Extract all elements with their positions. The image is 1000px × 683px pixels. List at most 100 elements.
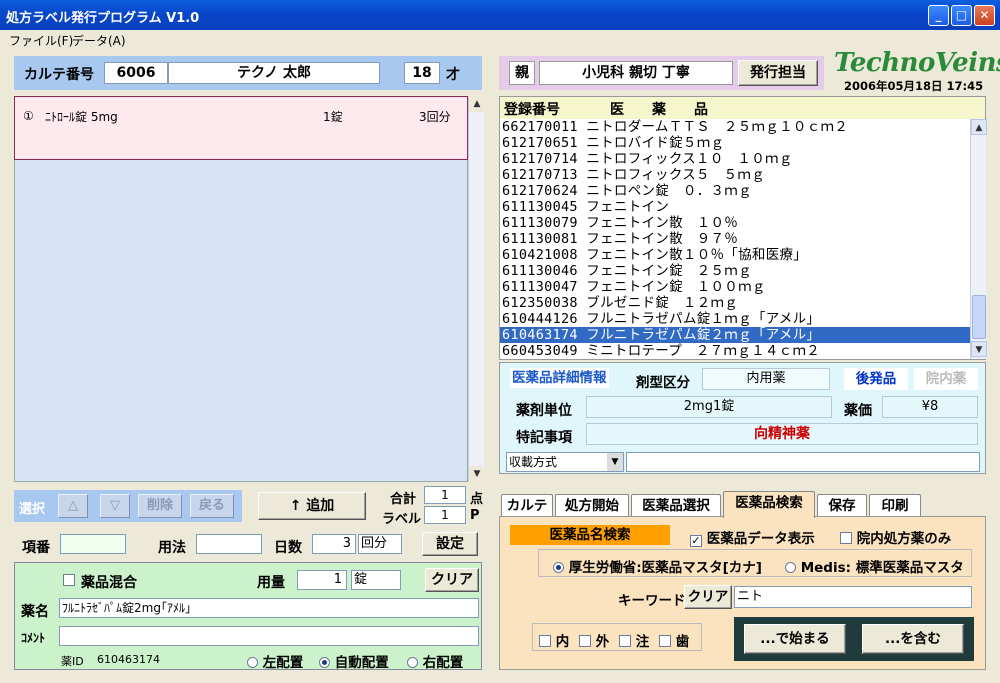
starts-with-button[interactable]: ...で始まる — [744, 624, 846, 654]
drug-name: フェニトイン錠 ２５ｍｇ — [586, 263, 752, 279]
drug-code: 612170624 — [502, 183, 578, 199]
menu-file[interactable]: ファイル(F) — [9, 32, 73, 49]
prescription-row[interactable]: ① ﾆﾄﾛｰﾙ錠 5mg 1錠 3回分 — [14, 96, 468, 160]
days-field[interactable]: 3 — [312, 534, 356, 554]
unit-field[interactable]: 錠 — [351, 570, 401, 590]
drug-code: 612170651 — [502, 135, 578, 151]
filter-injection-checkbox[interactable]: 注 — [619, 630, 649, 650]
drug-name-field[interactable]: ﾌﾙﾆﾄﾗｾﾞﾊﾟﾑ錠2mg｢ｱﾒﾙ｣ — [59, 598, 479, 618]
drug-row[interactable]: 611130046 フェニトイン錠 ２５ｍｇ — [500, 263, 970, 279]
drug-row[interactable]: 612170714 ニトロフィックス１０ １０ｍｇ — [500, 151, 970, 167]
drug-row[interactable]: 610421008 フェニトイン散１０％「協和医療」 — [500, 247, 970, 263]
label-count-unit: P — [470, 508, 480, 523]
back-button[interactable]: 戻る — [190, 494, 234, 518]
price-label: 薬価 — [844, 403, 872, 419]
header-drug-name: 医 薬 品 — [610, 102, 708, 118]
drug-row[interactable]: 660453049 ミニトロテープ ２７ｍｇ１４ｃｍ２ — [500, 343, 970, 359]
drug-name: フェニトイン散１０％「協和医療」 — [586, 247, 808, 263]
place-auto-radio[interactable]: 自動配置 — [319, 651, 389, 671]
scroll-up-icon[interactable]: ▲ — [469, 96, 485, 112]
selection-label: 選択 — [19, 502, 46, 517]
delete-button[interactable]: 削除 — [138, 494, 182, 518]
maximize-button[interactable]: □ — [951, 5, 972, 26]
drug-row[interactable]: 610463174 フルニトラゼパム錠２ｍｇ「アメル」 — [500, 327, 970, 343]
drug-code: 611130047 — [502, 279, 578, 295]
scroll-thumb[interactable] — [972, 295, 986, 339]
patient-name[interactable]: テクノ 太郎 — [168, 62, 380, 84]
drug-code: 611130045 — [502, 199, 578, 215]
drug-row[interactable]: 662170011 ニトロダームＴＴＳ ２５ｍｇ１０ｃｍ２ — [500, 119, 970, 135]
add-button[interactable]: ↑ 追加 — [258, 492, 366, 520]
chevron-down-icon[interactable]: ▼ — [607, 453, 623, 471]
tab-save[interactable]: 保存 — [817, 494, 867, 518]
unit-label: 薬剤単位 — [516, 403, 572, 419]
karte-number[interactable]: 6006 — [104, 62, 168, 84]
filter-dental-checkbox[interactable]: 歯 — [659, 630, 689, 650]
inhouse-only-checkbox[interactable]: 院内処方薬のみ — [840, 527, 951, 547]
drug-name: フェニトイン散 １０％ — [586, 215, 739, 231]
sort-text-field[interactable] — [626, 452, 980, 472]
tab-drug-select[interactable]: 医薬品選択 — [631, 494, 721, 518]
note-label: 特記事項 — [516, 430, 572, 446]
source-medis-radio[interactable]: Medis: 標準医薬品マスタ — [785, 556, 964, 576]
amount-label: 用量 — [257, 575, 285, 591]
drug-row[interactable]: 612170651 ニトロバイド錠５ｍｇ — [500, 135, 970, 151]
form-label: 剤型区分 — [636, 375, 690, 391]
close-button[interactable]: ✕ — [974, 5, 995, 26]
generic-badge: 後発品 — [844, 368, 908, 390]
contains-button[interactable]: ...を含む — [862, 624, 964, 654]
minimize-button[interactable]: _ — [928, 5, 949, 26]
tab-karte[interactable]: カルテ — [501, 494, 553, 518]
drug-row[interactable]: 610444126 フルニトラゼパム錠１ｍｇ「アメル」 — [500, 311, 970, 327]
menu-bar: ファイル(F) データ(A) — [0, 30, 1000, 48]
tab-start[interactable]: 処方開始 — [555, 494, 629, 518]
drug-row[interactable]: 611130047 フェニトイン錠 １００ｍｇ — [500, 279, 970, 295]
amount-field[interactable]: 1 — [297, 570, 347, 590]
drug-row[interactable]: 612170624 ニトロペン錠 ０．３ｍｇ — [500, 183, 970, 199]
scroll-up-icon[interactable]: ▲ — [971, 119, 987, 135]
drug-code: 612170714 — [502, 151, 578, 167]
selection-toolbar: 選択 △ ▽ 削除 戻る — [14, 490, 242, 522]
mix-checkbox[interactable] — [63, 574, 75, 589]
drug-row[interactable]: 612170713 ニトロフィックス５ ５ｍｇ — [500, 167, 970, 183]
age-unit: 才 — [446, 67, 460, 83]
usage-field[interactable] — [196, 534, 262, 554]
move-down-button[interactable]: ▽ — [100, 494, 130, 518]
keyword-field[interactable]: ニト — [734, 586, 972, 608]
move-up-button[interactable]: △ — [58, 494, 88, 518]
filter-oral-checkbox[interactable]: 内 — [539, 630, 569, 650]
search-panel: 医薬品名検索 ✓ 医薬品データ表示 院内処方薬のみ 厚生労働省:医薬品マスタ[カ… — [499, 516, 986, 670]
staff-button[interactable]: 発行担当 — [738, 60, 818, 86]
rx-quantity: 1錠 — [323, 110, 343, 124]
drug-code: 611130081 — [502, 231, 578, 247]
source-mhlw-radio[interactable]: 厚生労働省:医薬品マスタ[カナ] — [553, 556, 762, 576]
drug-row[interactable]: 611130081 フェニトイン散 ９７％ — [500, 231, 970, 247]
item-no-field[interactable] — [60, 534, 126, 554]
rx-drug: ﾆﾄﾛｰﾙ錠 5mg — [45, 110, 118, 124]
scroll-down-icon[interactable]: ▼ — [469, 466, 485, 482]
drug-row[interactable]: 612350038 ブルゼニド錠 １２ｍｇ — [500, 295, 970, 311]
drug-name: ニトロバイド錠５ｍｇ — [586, 135, 725, 151]
patient-age[interactable]: 18 — [404, 62, 440, 84]
drug-list-scrollbar[interactable]: ▲ ▼ — [970, 119, 987, 359]
drug-name-label: 薬名 — [21, 604, 49, 620]
drug-code: 610421008 — [502, 247, 578, 263]
rx-scrollbar[interactable]: ▲ ▼ — [468, 96, 485, 482]
place-left-radio[interactable]: 左配置 — [247, 651, 303, 671]
scroll-down-icon[interactable]: ▼ — [971, 341, 987, 357]
keyword-clear-button[interactable]: クリア — [684, 585, 732, 609]
set-button[interactable]: 設定 — [422, 532, 478, 556]
drug-list[interactable]: 662170011 ニトロダームＴＴＳ ２５ｍｇ１０ｃｍ２ 612170651 ニ… — [500, 119, 970, 359]
menu-data[interactable]: データ(A) — [72, 32, 126, 49]
tab-print[interactable]: 印刷 — [869, 494, 921, 518]
entry-clear-button[interactable]: クリア — [425, 568, 479, 592]
search-button-group: ...で始まる ...を含む — [734, 617, 974, 661]
sort-select[interactable]: 収載方式 ▼ — [506, 452, 624, 472]
filter-external-checkbox[interactable]: 外 — [579, 630, 609, 650]
tab-drug-search[interactable]: 医薬品検索 — [723, 491, 815, 518]
drug-row[interactable]: 611130079 フェニトイン散 １０％ — [500, 215, 970, 231]
comment-field[interactable] — [59, 626, 479, 646]
place-right-radio[interactable]: 右配置 — [407, 651, 463, 671]
show-data-checkbox[interactable]: ✓ 医薬品データ表示 — [690, 527, 815, 547]
drug-row[interactable]: 611130045 フェニトイン — [500, 199, 970, 215]
